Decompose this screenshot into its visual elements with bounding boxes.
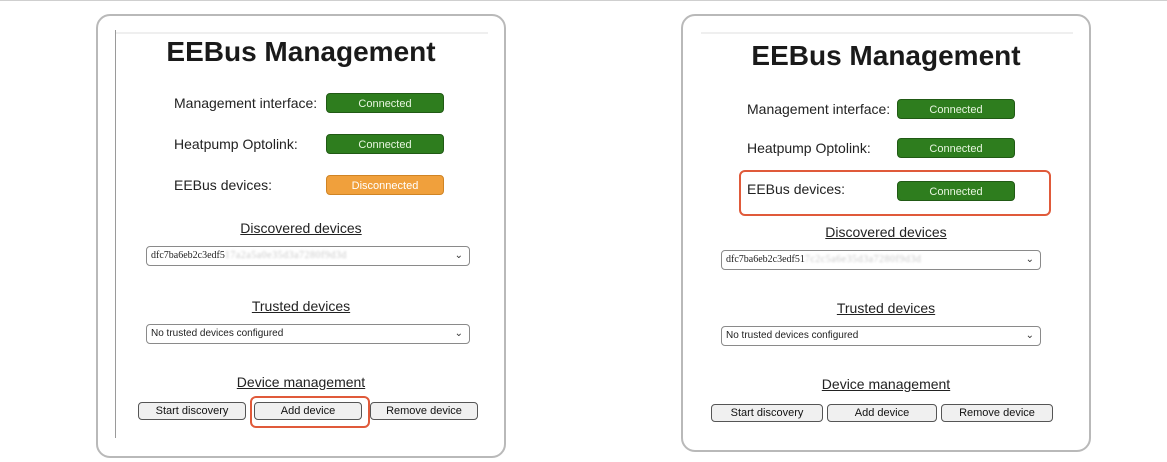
top-bar	[116, 32, 488, 34]
chevron-down-icon: ⌄	[1025, 330, 1034, 341]
trusted-devices-select[interactable]: No trusted devices configured ⌄	[146, 324, 470, 344]
heatpump-optolink-status: Connected	[326, 134, 444, 154]
management-interface-label: Management interface:	[747, 101, 891, 117]
trusted-devices-title: Trusted devices	[251, 298, 351, 314]
chevron-down-icon: ⌄	[454, 250, 463, 261]
discovered-devices-title: Discovered devices	[825, 224, 947, 240]
eebus-devices-status: Disconnected	[326, 175, 444, 195]
page-title: EEBus Management	[166, 36, 436, 67]
trusted-devices-value: No trusted devices configured	[726, 330, 859, 341]
eebus-management-panel-left: EEBus Management Management interface: C…	[96, 14, 506, 458]
discovered-devices-title: Discovered devices	[240, 220, 362, 236]
trusted-devices-title: Trusted devices	[836, 300, 936, 316]
add-device-highlight	[250, 396, 370, 428]
management-interface-status: Connected	[326, 93, 444, 113]
top-divider	[0, 0, 1167, 1]
discovered-device-id-blurred: 17a2a5a0e35d3a7280f9d3d	[224, 250, 347, 261]
trusted-devices-select[interactable]: No trusted devices configured ⌄	[721, 326, 1041, 346]
eebus-management-panel-right: EEBus Management Management interface: C…	[681, 14, 1091, 452]
top-bar	[701, 32, 1073, 34]
eebus-devices-highlight	[739, 170, 1051, 216]
remove-device-button[interactable]: Remove device	[941, 404, 1053, 422]
chevron-down-icon: ⌄	[454, 328, 463, 339]
chevron-down-icon: ⌄	[1025, 254, 1034, 265]
management-interface-status: Connected	[897, 99, 1015, 119]
discovered-device-id: dfc7ba6eb2c3edf5	[151, 250, 225, 261]
device-management-title: Device management	[821, 376, 951, 392]
discovered-devices-select[interactable]: dfc7ba6eb2c3edf517a2a5a0e35d3a7280f9d3d …	[146, 246, 470, 266]
heatpump-optolink-status: Connected	[897, 138, 1015, 158]
start-discovery-button[interactable]: Start discovery	[711, 404, 823, 422]
management-interface-label: Management interface:	[174, 95, 318, 111]
page-title: EEBus Management	[751, 40, 1021, 71]
start-discovery-button[interactable]: Start discovery	[138, 402, 246, 420]
remove-device-button[interactable]: Remove device	[370, 402, 478, 420]
discovered-devices-select[interactable]: dfc7ba6eb2c3edf517c2c5a6e35d3a7280f9d3d …	[721, 250, 1041, 270]
discovered-device-id: dfc7ba6eb2c3edf51	[726, 254, 805, 265]
trusted-devices-value: No trusted devices configured	[151, 328, 284, 339]
heatpump-optolink-label: Heatpump Optolink:	[747, 140, 871, 156]
heatpump-optolink-label: Heatpump Optolink:	[174, 136, 298, 152]
device-management-title: Device management	[236, 374, 366, 390]
discovered-device-id-blurred: 7c2c5a6e35d3a7280f9d3d	[804, 254, 922, 265]
add-device-button[interactable]: Add device	[827, 404, 937, 422]
eebus-devices-label: EEBus devices:	[174, 177, 273, 193]
